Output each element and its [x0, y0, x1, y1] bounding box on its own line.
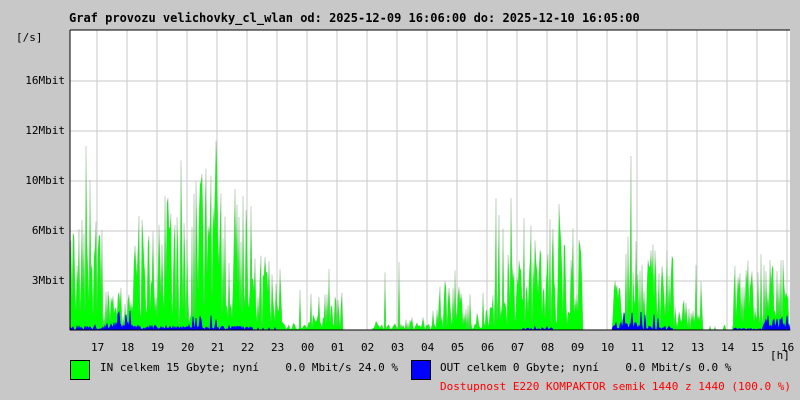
x-tick-label: 15: [751, 341, 765, 354]
x-tick-label: 11: [631, 341, 645, 354]
x-tick-label: 14: [721, 341, 735, 354]
x-tick-label: 18: [121, 341, 135, 354]
x-tick-label: 12: [661, 341, 675, 354]
x-tick-label: 04: [421, 341, 435, 354]
x-tick-label: 20: [181, 341, 195, 354]
x-tick-label: 22: [241, 341, 255, 354]
legend-in: IN celkem 15 Gbyte; nyní 0.0 Mbit/s 24.0…: [100, 361, 399, 374]
x-tick-label: 00: [301, 341, 315, 354]
x-tick-label: 16: [781, 341, 795, 354]
x-tick-label: 07: [511, 341, 525, 354]
x-tick-label: 19: [151, 341, 165, 354]
plot-area: [69, 29, 791, 332]
x-tick-label: 09: [571, 341, 585, 354]
y-tick-label: 16Mbit: [25, 74, 65, 87]
x-tick-label: 10: [601, 341, 615, 354]
x-tick-label: 17: [91, 341, 105, 354]
x-tick-label: 05: [451, 341, 465, 354]
x-tick-label: 02: [361, 341, 375, 354]
x-tick-label: 06: [481, 341, 495, 354]
availability-text: Dostupnost E220 KOMPAKTOR semik 1440 z 1…: [440, 380, 791, 393]
legend-out-swatch: [411, 360, 431, 380]
legend-out: OUT celkem 0 Gbyte; nyní 0.0 Mbit/s 0.0 …: [440, 361, 732, 374]
traffic-graph: Graf provozu velichovky_cl_wlan od: 2025…: [0, 0, 800, 400]
legend-in-swatch: [70, 360, 90, 380]
x-tick-label: 01: [331, 341, 345, 354]
x-tick-label: 08: [541, 341, 555, 354]
x-tick-label: 23: [271, 341, 285, 354]
y-tick-label: 3Mbit: [31, 274, 65, 287]
x-tick-label: 13: [691, 341, 705, 354]
y-tick-label: 10Mbit: [25, 174, 65, 187]
x-tick-label: 03: [391, 341, 405, 354]
y-tick-label: 12Mbit: [25, 124, 65, 137]
y-tick-label: 6Mbit: [31, 224, 65, 237]
x-tick-label: 21: [211, 341, 225, 354]
